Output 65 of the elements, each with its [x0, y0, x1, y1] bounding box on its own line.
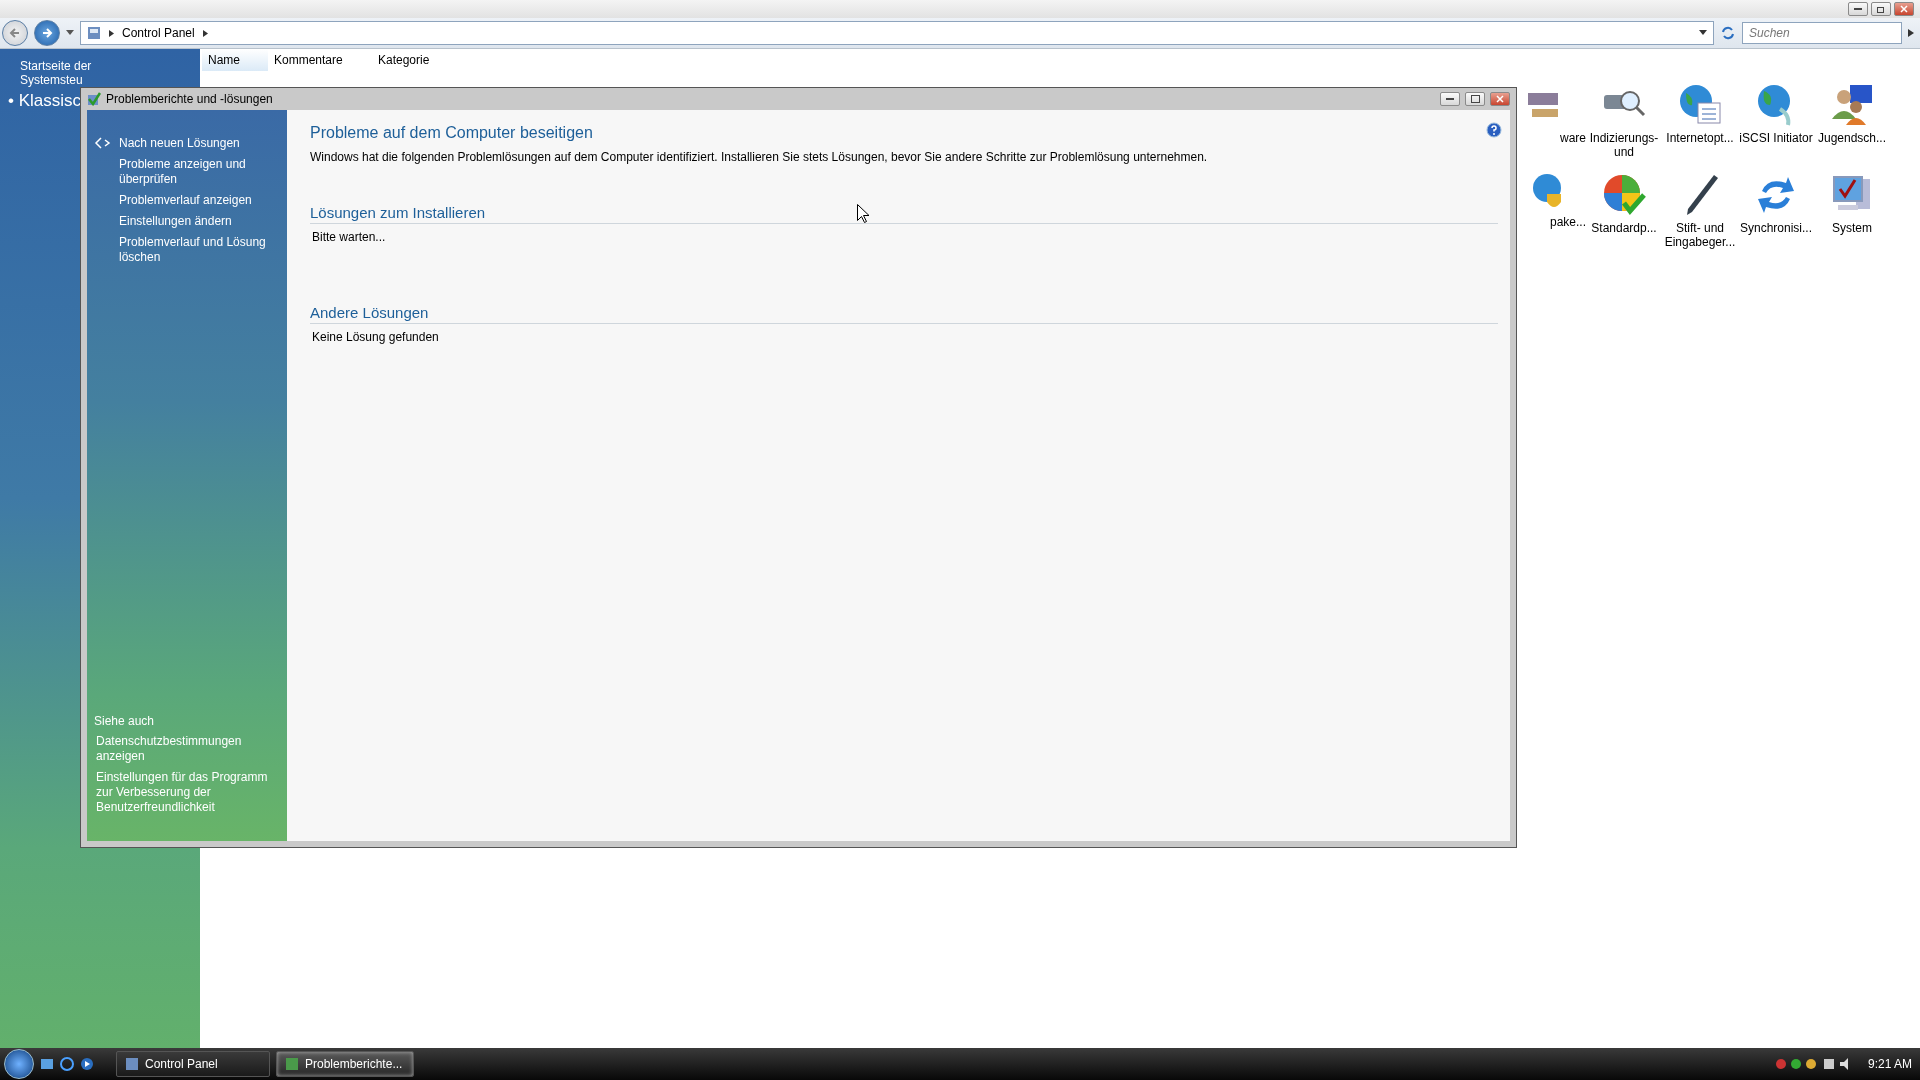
task-link[interactable]: Einstellungen ändern — [119, 214, 279, 229]
minimize-icon — [1854, 8, 1862, 10]
forward-arrow-icon — [41, 27, 53, 39]
see-also-heading: Siehe auch — [94, 714, 156, 728]
intro-text: Windows hat die folgenden Problemlösungen auf dem Computer identifiziert. Installieren Sie stets Lösungen, bevor Sie andere Schritte zur Problemlösung unternehmen. — [310, 150, 1209, 164]
breadcrumb[interactable]: Control Panel — [122, 26, 195, 40]
dropdown-caret-icon[interactable] — [1699, 30, 1707, 36]
minimize-button[interactable] — [1848, 2, 1868, 16]
task-link[interactable]: Problemverlauf anzeigen — [119, 193, 279, 208]
people-monitor-icon — [1830, 83, 1874, 127]
start-button[interactable] — [4, 1049, 34, 1079]
task-link[interactable]: Problemverlauf und Lösung löschen — [119, 235, 279, 265]
restore-button[interactable] — [1871, 2, 1891, 16]
clock: 9:21 AM — [1867, 1057, 1912, 1071]
control-panel-item[interactable]: iSCSI Initiator — [1739, 131, 1813, 145]
control-panel-item[interactable]: Jugendsch... — [1815, 131, 1889, 145]
section-heading: Andere Lösungen — [310, 304, 1498, 324]
back-arrow-icon — [9, 27, 21, 39]
column-header[interactable]: Kategorie — [372, 49, 462, 71]
desktop-icon[interactable] — [40, 1057, 54, 1071]
section-heading: Lösungen zum Installieren — [310, 204, 1498, 224]
control-panel-item[interactable]: Standardp... — [1587, 221, 1661, 235]
back-button[interactable] — [2, 20, 28, 46]
checkmark-ball-icon — [1602, 173, 1646, 217]
breadcrumb-arrow-icon[interactable] — [109, 29, 114, 37]
checkmark-icon — [87, 92, 101, 106]
control-panel-item[interactable]: Indizierungs- und — [1587, 131, 1661, 159]
control-panel-item[interactable]: Internetopt... — [1663, 131, 1737, 145]
close-button[interactable] — [1490, 92, 1510, 106]
column-header[interactable]: Name — [202, 49, 268, 71]
status-text: Bitte warten... — [312, 230, 387, 244]
globe-list-icon — [1678, 83, 1722, 127]
cursor-icon — [857, 204, 869, 223]
maximize-icon — [1470, 95, 1480, 103]
task-link[interactable]: Probleme anzeigen und überprüfen — [119, 157, 279, 187]
column-header[interactable]: Kommentare — [268, 49, 372, 71]
minimize-button[interactable] — [1440, 92, 1460, 106]
breadcrumb-arrow-icon[interactable] — [202, 29, 208, 37]
close-button[interactable] — [1894, 2, 1914, 16]
browser-icon[interactable] — [60, 1057, 74, 1071]
restore-icon — [1876, 5, 1886, 13]
address-bar[interactable]: Control Panel — [80, 21, 1714, 45]
maximize-button[interactable] — [1465, 92, 1485, 106]
window-icon — [285, 1057, 299, 1071]
minimize-icon — [1446, 98, 1454, 100]
help-icon[interactable] — [1486, 122, 1502, 138]
chevron-icon[interactable] — [1908, 29, 1914, 37]
close-icon — [1900, 5, 1908, 13]
control-panel-item[interactable]: Stift- und Eingabeger... — [1663, 221, 1737, 249]
taskbar-button[interactable]: Problemberichte... — [276, 1051, 414, 1077]
page-heading: Probleme auf dem Computer beseitigen — [310, 124, 593, 142]
task-link[interactable]: Nach neuen Lösungen — [119, 136, 240, 151]
nav-link[interactable]: Startseite der Systemsteu — [20, 59, 104, 87]
control-panel-item[interactable]: System — [1815, 221, 1889, 235]
dropdown-caret-icon[interactable] — [66, 30, 74, 36]
media-icon[interactable] — [80, 1057, 94, 1071]
search-field[interactable]: Suchen — [1742, 22, 1902, 44]
taskbar-button[interactable]: Control Panel — [116, 1051, 270, 1077]
control-panel-item[interactable]: Synchronisi... — [1739, 221, 1813, 235]
window-icon — [125, 1057, 139, 1071]
control-panel-icon — [87, 26, 101, 40]
forward-button[interactable] — [34, 20, 60, 46]
status-text: Keine Lösung gefunden — [312, 330, 440, 344]
window-title: Problemberichte und -lösungen — [106, 92, 274, 106]
close-icon — [1496, 95, 1504, 103]
